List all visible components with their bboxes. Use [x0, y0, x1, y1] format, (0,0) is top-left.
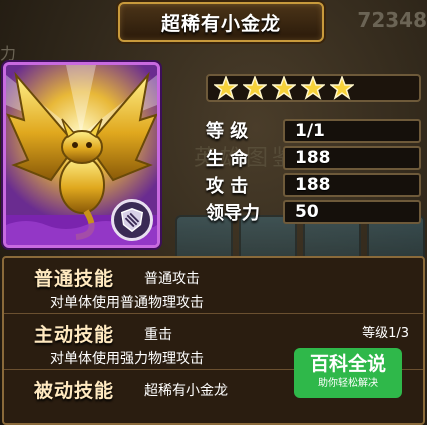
watermark-title: 百科全说: [309, 353, 386, 375]
stat-label-attack: 攻 击: [206, 176, 249, 197]
star-icon: [301, 76, 325, 100]
skill-level: 等级1/3: [362, 326, 409, 341]
skill-type-label: 主动技能: [34, 324, 115, 346]
stat-label-leadership: 领导力: [206, 203, 260, 224]
background-currency: 72348: [357, 8, 427, 32]
card-title: 超稀有小金龙: [160, 12, 281, 35]
stat-value-attack: 188: [283, 173, 421, 197]
skill-row-normal: 普通技能 普通攻击 对单体使用普通物理攻击: [4, 258, 423, 314]
skill-name: 普通攻击: [144, 271, 200, 287]
watermark-subtitle: 助你轻松解决: [318, 378, 378, 389]
stat-label-hp: 生 命: [206, 149, 249, 170]
background-glyph: 力: [0, 44, 17, 63]
skill-name: 超稀有小金龙: [144, 383, 228, 399]
skill-type-label: 普通技能: [34, 268, 115, 290]
star-icon: [330, 76, 354, 100]
star-icon: [243, 76, 267, 100]
watermark-badge: 百科全说 助你轻松解决: [294, 348, 402, 398]
star-icon: [272, 76, 296, 100]
stat-value-hp: 188: [283, 146, 421, 170]
hero-portrait-card: [3, 62, 160, 248]
skill-description: 对单体使用普通物理攻击: [50, 295, 204, 311]
title-plate: 超稀有小金龙: [118, 2, 324, 42]
shield-claw-icon: [111, 199, 153, 241]
stat-value-leadership: 50: [283, 200, 421, 224]
skill-description: 对单体使用强力物理攻击: [50, 351, 204, 367]
star-icon: [214, 76, 238, 100]
stat-value-level: 1/1: [283, 119, 421, 143]
skill-type-label: 被动技能: [34, 380, 115, 402]
stat-label-level: 等 级: [206, 121, 249, 142]
skill-name: 重击: [144, 327, 172, 343]
skill-panel: 普通技能 普通攻击 对单体使用普通物理攻击 主动技能 重击 等级1/3 对单体使…: [2, 256, 425, 425]
star-rating: [206, 74, 421, 102]
